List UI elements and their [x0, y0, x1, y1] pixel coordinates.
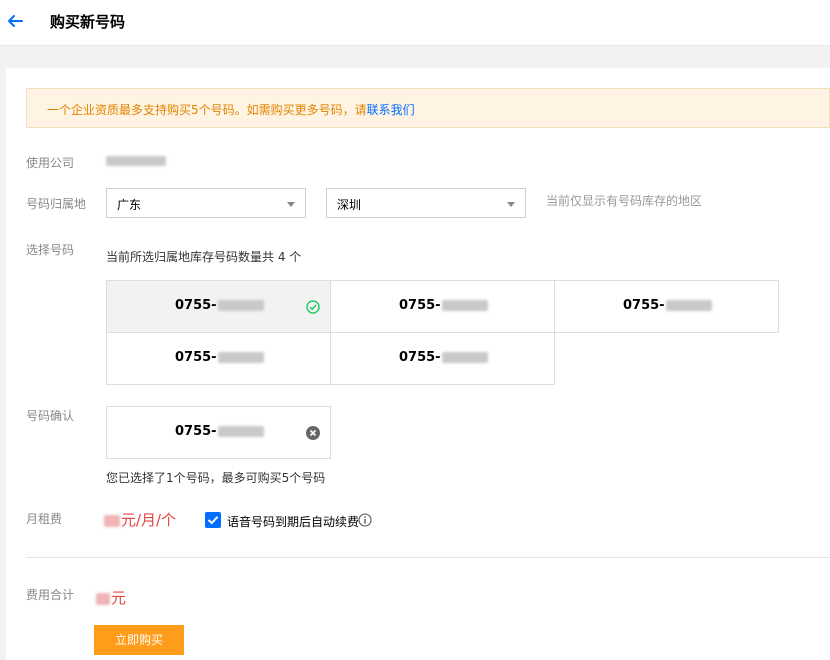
purchase-panel: 一个企业资质最多支持购买5个号码。如需购买更多号码，请联系我们 使用公司 号码归…: [6, 68, 830, 660]
chevron-down-icon: [287, 202, 295, 207]
number-redacted: [217, 426, 264, 437]
contact-us-link[interactable]: 联系我们: [367, 103, 415, 117]
number-text: 0755-: [623, 298, 712, 313]
chevron-down-icon: [507, 202, 515, 207]
number-redacted: [441, 352, 488, 363]
number-option[interactable]: 0755-: [554, 280, 779, 333]
number-option[interactable]: 0755-: [106, 332, 331, 385]
province-select[interactable]: 广东: [106, 188, 306, 218]
auto-renew-label: 语音号码到期后自动续费: [227, 515, 360, 529]
remove-icon[interactable]: [306, 426, 320, 440]
price-redacted: [104, 514, 120, 527]
notice-banner: 一个企业资质最多支持购买5个号码。如需购买更多号码，请联系我们: [26, 88, 830, 128]
checkmark-icon: [207, 516, 219, 525]
confirmed-number-box: 0755-: [106, 406, 331, 459]
buy-now-button[interactable]: 立即购买: [94, 625, 184, 655]
auto-renew-checkbox[interactable]: [205, 512, 221, 528]
number-option[interactable]: 0755-: [106, 280, 331, 333]
inventory-count: 当前所选归属地库存号码数量共 4 个: [106, 250, 302, 264]
divider: [26, 557, 830, 558]
rent-label: 月租费: [26, 512, 63, 526]
city-value: 深圳: [337, 198, 362, 212]
selection-note: 您已选择了1个号码，最多可购买5个号码: [106, 471, 326, 485]
location-hint: 当前仅显示有号码库存的地区: [546, 194, 703, 208]
company-label: 使用公司: [26, 156, 75, 170]
company-name-redacted: [106, 156, 166, 166]
confirmed-number: 0755-: [175, 424, 264, 439]
check-circle-icon: [306, 300, 320, 314]
province-value: 广东: [117, 198, 142, 212]
number-option[interactable]: 0755-: [330, 332, 555, 385]
number-text: 0755-: [399, 298, 488, 313]
back-arrow-icon[interactable]: [6, 12, 24, 30]
notice-message: 一个企业资质最多支持购买5个号码。如需购买更多号码，请: [47, 103, 367, 117]
number-redacted: [441, 300, 488, 311]
monthly-price: 元/月/个: [104, 509, 176, 530]
location-label: 号码归属地: [26, 197, 87, 211]
top-bar: 购买新号码: [0, 0, 830, 46]
notice-text: 一个企业资质最多支持购买5个号码。如需购买更多号码，请联系我们: [47, 101, 415, 118]
number-text: 0755-: [399, 350, 488, 365]
total-price: 元: [96, 587, 126, 608]
number-text: 0755-: [175, 350, 264, 365]
confirm-label: 号码确认: [26, 409, 75, 423]
select-number-label: 选择号码: [26, 243, 75, 257]
total-redacted: [96, 592, 110, 605]
number-text: 0755-: [175, 298, 264, 313]
total-label: 费用合计: [26, 588, 75, 602]
number-redacted: [217, 352, 264, 363]
info-icon[interactable]: [358, 513, 372, 527]
number-option[interactable]: 0755-: [330, 280, 555, 333]
number-redacted: [217, 300, 264, 311]
page-title: 购买新号码: [50, 13, 126, 31]
city-select[interactable]: 深圳: [326, 188, 526, 218]
number-redacted: [665, 300, 712, 311]
